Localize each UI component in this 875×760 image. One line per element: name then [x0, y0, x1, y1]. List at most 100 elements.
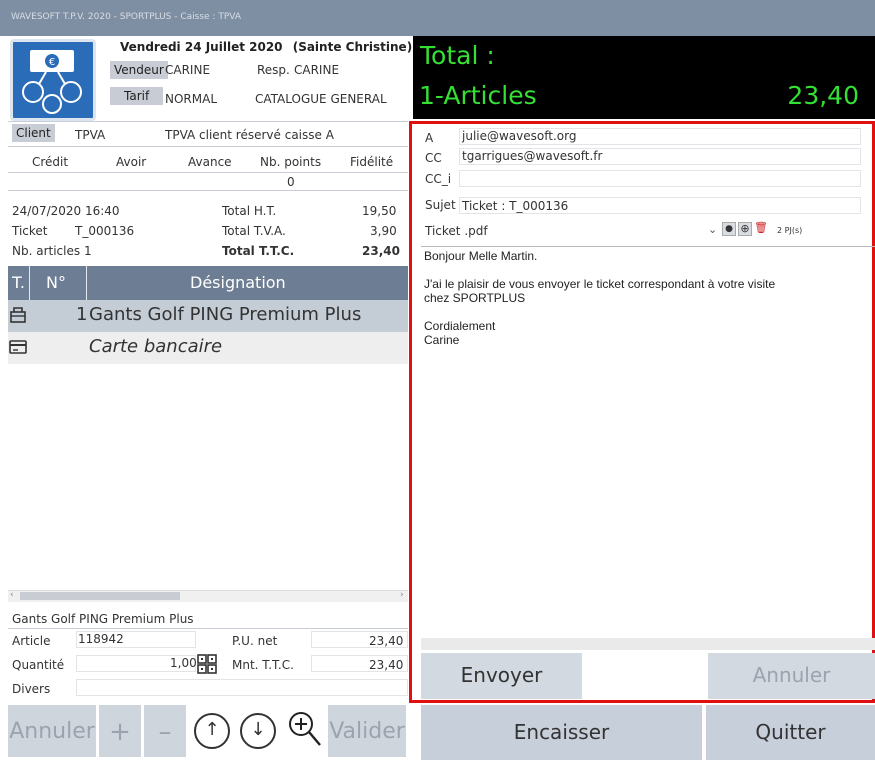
articles-count-label: 1-Articles [419, 81, 537, 110]
credit-card-icon [9, 340, 27, 354]
email-body-line: J'ai le plaisir de vous envoyer le ticke… [424, 277, 776, 291]
arrow-up-icon: ↑ [194, 713, 230, 749]
quantite-label: Quantité [12, 658, 65, 672]
nb-points-value: 0 [287, 175, 295, 189]
total-ttc-label: Total T.T.C. [222, 244, 295, 258]
total-tva-value: 3,90 [370, 224, 397, 238]
resp-label: Resp. [257, 63, 290, 77]
divider [8, 121, 408, 122]
header-date-line: Vendredi 24 Juillet 2020 (Sainte Christi… [120, 40, 412, 54]
row-number: 1 [76, 304, 88, 325]
tarif-label[interactable]: Tarif [110, 87, 164, 105]
attachment-count: 2 PJ(s) [777, 226, 803, 235]
total-tva-label: Total T.V.A. [222, 224, 286, 238]
divider [8, 172, 408, 173]
grid-header: T. N° Désignation [8, 266, 408, 300]
zoom-button[interactable] [282, 705, 326, 757]
pu-net-label: P.U. net [232, 634, 278, 648]
email-body-line: Carine [424, 333, 460, 347]
email-body-spacer [424, 305, 872, 319]
valider-line-button[interactable]: Valider [328, 705, 406, 757]
nb-articles-value: 1 [84, 244, 92, 258]
email-cci-label: CC_i [425, 172, 452, 186]
divers-label: Divers [12, 682, 51, 696]
shopping-basket-icon [10, 307, 26, 323]
divers-field[interactable] [76, 679, 408, 696]
email-to-label: A [425, 131, 434, 145]
email-body-line: Cordialement [424, 319, 496, 333]
divider [8, 146, 408, 147]
minus-button[interactable]: – [144, 705, 186, 757]
scroll-right-icon[interactable]: › [400, 590, 404, 600]
app-logo: € [10, 39, 96, 121]
header-saint: (Sainte Christine) [292, 40, 413, 54]
grid-scroll-thumb[interactable] [20, 592, 180, 600]
mnt-ttc-value: 23,40 [369, 658, 404, 672]
email-cc-value: tgarrigues@wavesoft.fr [462, 149, 603, 163]
send-email-button[interactable]: Envoyer [421, 653, 582, 699]
plus-button[interactable]: + [99, 705, 141, 757]
total-ht-label: Total H.T. [222, 204, 277, 218]
svg-text:€: € [49, 57, 55, 68]
window-title: WAVESOFT T.P.V. 2020 - SPORTPLUS - Caiss… [11, 12, 241, 22]
eye-icon[interactable]: ● [722, 222, 736, 236]
chevron-down-icon[interactable]: ⌄ [708, 223, 717, 236]
email-body-line: chez SPORTPLUS [424, 291, 526, 305]
ticket-datetime: 24/07/2020 16:40 [12, 204, 120, 218]
client-code: TPVA [75, 128, 106, 142]
col-avoir: Avoir [116, 155, 147, 169]
col-fidelite: Fidélité [350, 155, 394, 169]
move-up-button[interactable]: ↑ [190, 705, 234, 757]
annuler-line-button[interactable]: Annuler [8, 705, 96, 757]
quantite-value: 1,00 [170, 656, 197, 670]
cancel-email-button[interactable]: Annuler [708, 653, 875, 699]
move-down-button[interactable]: ↓ [236, 705, 280, 757]
article-label: Article [12, 634, 51, 648]
grid-col-designation[interactable]: Désignation [190, 273, 286, 292]
col-nb-points: Nb. points [260, 155, 322, 169]
scroll-left-icon[interactable]: ‹ [10, 590, 14, 600]
total-amount: 23,40 [787, 81, 859, 110]
nb-articles-label: Nb. articles [12, 244, 81, 258]
trash-icon[interactable]: 🗑 [754, 222, 768, 236]
wallet-logo-icon: € [22, 50, 82, 114]
encaisser-button[interactable]: Encaisser [421, 705, 702, 760]
total-ht-value: 19,50 [362, 204, 397, 218]
total-label: Total : [420, 41, 495, 70]
email-body[interactable]: Bonjour Melle Martin. J'ai le plaisir de… [421, 246, 875, 638]
client-label[interactable]: Client [12, 124, 55, 142]
vendeur-value: CARINE [165, 63, 211, 77]
email-cc-label: CC [425, 151, 442, 165]
col-credit: Crédit [32, 155, 69, 169]
pu-net-value: 23,40 [369, 634, 404, 648]
catalogue-value: CATALOGUE GENERAL [255, 92, 387, 106]
divider [8, 628, 408, 629]
ticket-label: Ticket [12, 224, 48, 238]
add-attachment-icon[interactable]: ⊕ [738, 222, 752, 236]
zoom-in-icon [289, 712, 321, 746]
tarif-value: NORMAL [165, 92, 218, 106]
quitter-button[interactable]: Quitter [706, 705, 875, 760]
email-body-scrollbar[interactable] [421, 638, 875, 650]
total-ttc-value: 23,40 [362, 244, 400, 258]
divider [8, 190, 408, 191]
grid-col-num[interactable]: N° [46, 273, 66, 292]
header-date: Vendredi 24 Juillet 2020 [120, 40, 283, 54]
window-title-bar: WAVESOFT T.P.V. 2020 - SPORTPLUS - Caiss… [0, 0, 875, 36]
table-row[interactable]: 1 Gants Golf PING Premium Plus [8, 300, 408, 332]
table-row[interactable]: Carte bancaire [8, 332, 408, 364]
detail-product-name: Gants Golf PING Premium Plus [12, 612, 194, 626]
email-body-spacer [424, 263, 872, 277]
grid-col-type[interactable]: T. [12, 273, 25, 292]
client-description: TPVA client réservé caisse A [165, 128, 334, 142]
barcode-scan-icon[interactable] [197, 654, 217, 674]
row-designation: Carte bancaire [89, 336, 223, 357]
email-cci-field[interactable] [459, 170, 861, 187]
email-to-value: julie@wavesoft.org [462, 129, 577, 143]
resp-value: CARINE [294, 63, 340, 77]
email-subject-value: Ticket : T_000136 [462, 199, 569, 213]
arrow-down-icon: ↓ [240, 713, 276, 749]
email-body-line: Bonjour Melle Martin. [424, 249, 538, 263]
ticket-number: T_000136 [75, 224, 135, 238]
attachment-select[interactable]: Ticket .pdf [425, 224, 488, 238]
